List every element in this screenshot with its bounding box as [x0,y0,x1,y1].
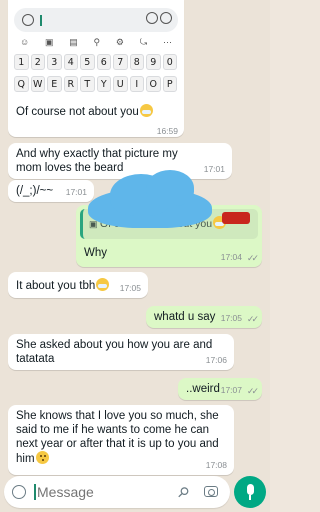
doodle-drawing [88,170,212,230]
add-icon [160,12,172,24]
message-text: ..weird [186,383,220,395]
message-bubble-outgoing[interactable]: ..weird 17:07 ✓✓ [178,378,262,400]
keyboard-toolbar: ☺ ▣ ▤ ⚲ ⚙ ⤿ ⋯ [14,34,178,50]
key: 4 [63,54,78,70]
paperclip-icon[interactable]: ⚲ [173,483,193,502]
message-time: 17:04 [220,252,242,262]
key: 3 [47,54,62,70]
message-text: whatd u say [154,311,216,323]
message-text: She asked about you how you are and tata… [16,339,213,365]
text-caret [40,15,42,26]
chat-background: ☺ ▣ ▤ ⚲ ⚙ ⤿ ⋯ 1 2 3 4 5 6 7 8 9 0 Q W E … [0,0,270,512]
read-ticks-icon: ✓✓ [246,386,259,396]
emoji-icon[interactable] [12,485,26,499]
key: O [146,76,161,92]
key: 6 [96,54,111,70]
gif-icon: ▣ [44,36,54,47]
key: 9 [146,54,161,70]
message-bubble-image[interactable]: ☺ ▣ ▤ ⚲ ⚙ ⤿ ⋯ 1 2 3 4 5 6 7 8 9 0 Q W E … [8,0,184,137]
message-time: 17:07 [220,385,242,395]
message-bubble-incoming[interactable]: It about you tbh 17:05 [8,272,148,298]
message-time: 17:05 [119,283,141,293]
message-bubble-incoming[interactable]: She asked about you how you are and tata… [8,334,234,370]
read-ticks-icon: ✓✓ [246,253,259,263]
key: 7 [113,54,128,70]
key: 0 [162,54,177,70]
key: Q [14,76,29,92]
text-caret [34,484,36,500]
clipboard-icon: ▤ [69,36,78,47]
key: 1 [14,54,29,70]
red-scribble [222,212,250,224]
message-text: It about you tbh [16,280,96,292]
message-bubble-outgoing[interactable]: whatd u say 17:05 ✓✓ [146,306,262,328]
message-time: 17:05 [220,313,242,323]
key: Y [96,76,111,92]
keyboard-number-row: 1 2 3 4 5 6 7 8 9 0 [14,54,177,70]
keyboard-letter-row: Q W E R T Y U I O P [14,76,177,92]
message-time: 17:06 [205,355,227,365]
key: 5 [80,54,95,70]
key: 2 [30,54,45,70]
emoji-icon: ☺ [20,37,30,47]
mic-button[interactable] [234,476,266,508]
key: I [129,76,144,92]
message-time: 16:59 [156,126,178,136]
key: E [47,76,62,92]
key: W [30,76,45,92]
key: T [80,76,95,92]
key: P [162,76,177,92]
sticker-icon [146,12,158,24]
message-time: 17:08 [205,460,227,470]
mask-emoji-icon [96,278,110,291]
message-text: She knows that I love you so much, she s… [16,410,219,465]
settings-icon: ⚙ [115,36,124,47]
message-bubble-incoming[interactable]: She knows that I love you so much, she s… [8,405,234,475]
message-composer: ⚲ [4,476,230,508]
key: U [113,76,128,92]
translate-icon: ⤿ [139,36,148,47]
key: 8 [129,54,144,70]
pleading-emoji-icon [35,451,49,464]
key: R [63,76,78,92]
more-icon: ⋯ [163,36,172,47]
message-text: (/_;)/~~ [16,185,54,197]
message-input[interactable] [37,484,157,500]
camera-icon[interactable] [204,486,218,497]
message-text: Why [84,247,107,259]
message-bubble-incoming[interactable]: (/_;)/~~ 17:01 [8,180,94,202]
message-text: Of course not about you [16,104,153,118]
mic-icon: ⚲ [93,36,101,47]
mask-emoji-icon [139,104,153,117]
smile-icon [22,14,34,26]
message-time: 17:01 [65,187,87,197]
read-ticks-icon: ✓✓ [246,314,259,324]
